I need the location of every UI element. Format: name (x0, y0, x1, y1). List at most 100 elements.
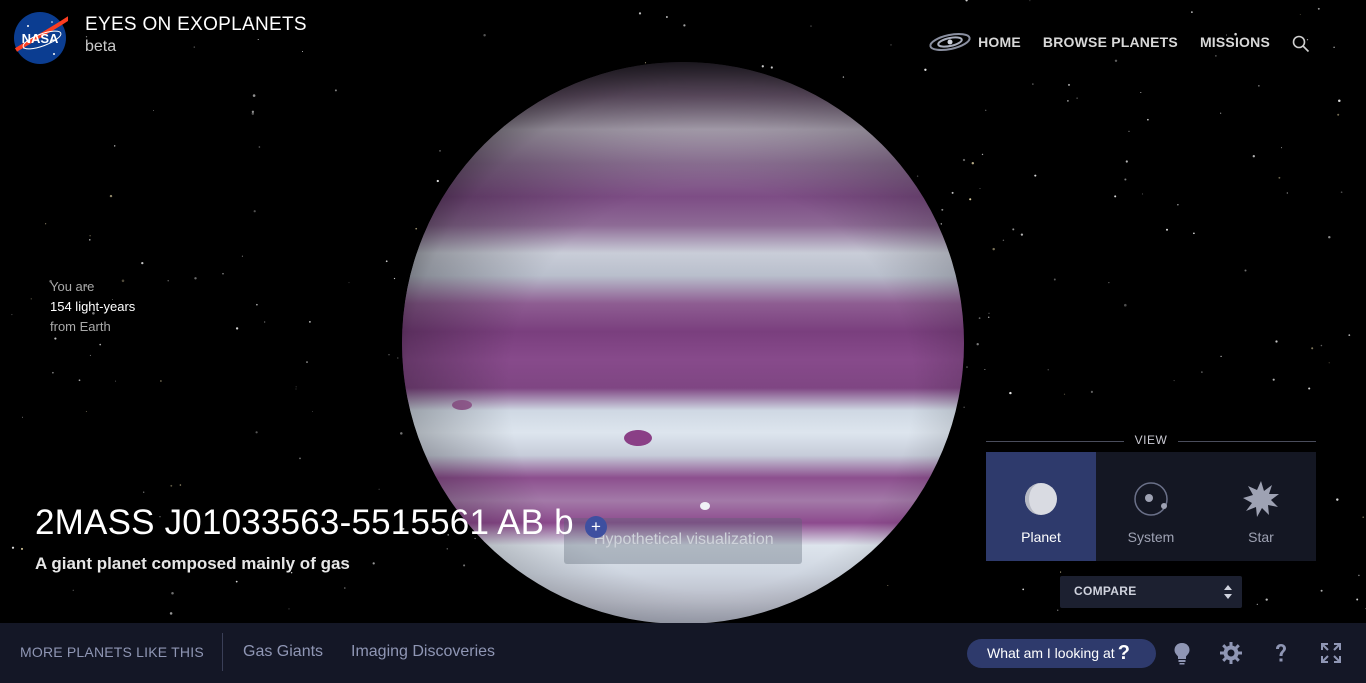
view-option-star[interactable]: Star (1206, 452, 1316, 561)
star-dot (987, 316, 990, 319)
star-dot (1220, 355, 1222, 358)
star-dot (1328, 362, 1330, 364)
star-dot (21, 416, 24, 418)
fullscreen-icon[interactable] (1319, 641, 1343, 665)
star-dot (1252, 155, 1255, 158)
star-dot (153, 110, 154, 112)
star-dot (257, 38, 259, 41)
star-dot (1060, 571, 1062, 573)
nav-browse-planets[interactable]: BROWSE PLANETS (1043, 34, 1178, 50)
star-dot (1177, 204, 1179, 206)
star-dot (1328, 235, 1331, 239)
star-dot (141, 261, 144, 265)
star-dot (252, 94, 256, 97)
star-dot (1140, 91, 1142, 94)
star-dot (397, 357, 399, 359)
star-dot (1286, 192, 1288, 194)
nav-missions[interactable]: MISSIONS (1200, 34, 1270, 50)
star-dot (1358, 574, 1360, 577)
star-dot (1034, 174, 1037, 177)
star-dot (194, 277, 197, 280)
star-dot (446, 548, 448, 550)
galaxy-icon[interactable] (928, 30, 972, 54)
star-dot (415, 227, 418, 230)
star-dot (113, 145, 116, 147)
view-option-planet-label: Planet (1021, 529, 1061, 545)
nasa-logo[interactable]: NASA (12, 10, 68, 66)
star-dot (978, 317, 981, 319)
planet-icon (1025, 483, 1057, 515)
lightbulb-icon[interactable] (1170, 641, 1194, 665)
star-dot (1308, 387, 1311, 390)
star-dot (1147, 118, 1149, 121)
star-dot (887, 584, 889, 587)
star-dot (1020, 233, 1024, 236)
star-dot (299, 457, 301, 460)
star-dot (1317, 7, 1320, 10)
star-dot (1320, 589, 1323, 592)
category-gas-giants[interactable]: Gas Giants (243, 643, 323, 661)
system-icon (1134, 482, 1168, 516)
star-dot (388, 354, 390, 356)
star-dot (1278, 176, 1281, 179)
star-dot (222, 273, 224, 275)
star-dot (344, 587, 346, 589)
what-am-i-looking-at-label: What am I looking at (987, 645, 1115, 661)
site-title[interactable]: EYES ON EXOPLANETS (85, 14, 307, 36)
star-dot (258, 146, 261, 148)
star-dot (295, 388, 297, 390)
star-dot (665, 16, 668, 18)
star-dot (638, 12, 642, 15)
what-am-i-looking-at-button[interactable]: What am I looking at ? (967, 639, 1156, 668)
star-dot (842, 76, 845, 78)
star-dot (439, 150, 441, 152)
hypothetical-info-button[interactable]: + (585, 516, 607, 538)
compare-select[interactable]: COMPARE (1060, 576, 1242, 608)
star-dot (924, 68, 927, 71)
bar-divider (222, 633, 223, 671)
star-dot (985, 109, 987, 111)
star-dot (1124, 178, 1127, 181)
star-dot (984, 369, 986, 370)
star-dot (1108, 282, 1110, 284)
star-dot (1128, 130, 1130, 133)
star-dot (1337, 113, 1340, 116)
star-dot (1362, 516, 1365, 519)
star-dot (1320, 344, 1323, 347)
star-dot (1356, 598, 1359, 601)
view-option-planet[interactable]: Planet (986, 452, 1096, 561)
star-dot (385, 260, 388, 263)
category-imaging-discoveries[interactable]: Imaging Discoveries (351, 643, 495, 661)
search-icon[interactable] (1292, 35, 1310, 53)
star-dot (1299, 13, 1301, 16)
star-dot (115, 380, 117, 382)
star-dot (1311, 347, 1314, 350)
star-dot (235, 580, 238, 583)
star-dot (1114, 195, 1117, 198)
star-dot (89, 354, 91, 356)
star-dot (393, 277, 396, 280)
star-dot (54, 337, 57, 340)
distance-info: You are 154 light-years from Earth (50, 277, 135, 337)
star-dot (1348, 334, 1351, 336)
star-dot (306, 361, 308, 364)
star-dot (1340, 191, 1343, 194)
help-icon[interactable] (1269, 641, 1293, 665)
star-dot (810, 25, 812, 27)
star-dot (979, 188, 981, 189)
star-dot (962, 158, 966, 162)
star-dot (463, 564, 466, 567)
gear-icon[interactable] (1219, 641, 1243, 665)
nav-home[interactable]: HOME (978, 34, 1021, 50)
star-dot (1336, 498, 1339, 501)
star-dot (301, 50, 304, 53)
star-dot (169, 612, 173, 615)
star-dot (1193, 232, 1195, 235)
star-dot (770, 66, 773, 69)
view-option-system[interactable]: System (1096, 452, 1206, 561)
star-dot (45, 223, 47, 225)
star-dot (264, 321, 266, 323)
star-dot (988, 312, 990, 314)
star-dot (971, 161, 975, 165)
view-selector: Planet System Star (986, 452, 1316, 561)
